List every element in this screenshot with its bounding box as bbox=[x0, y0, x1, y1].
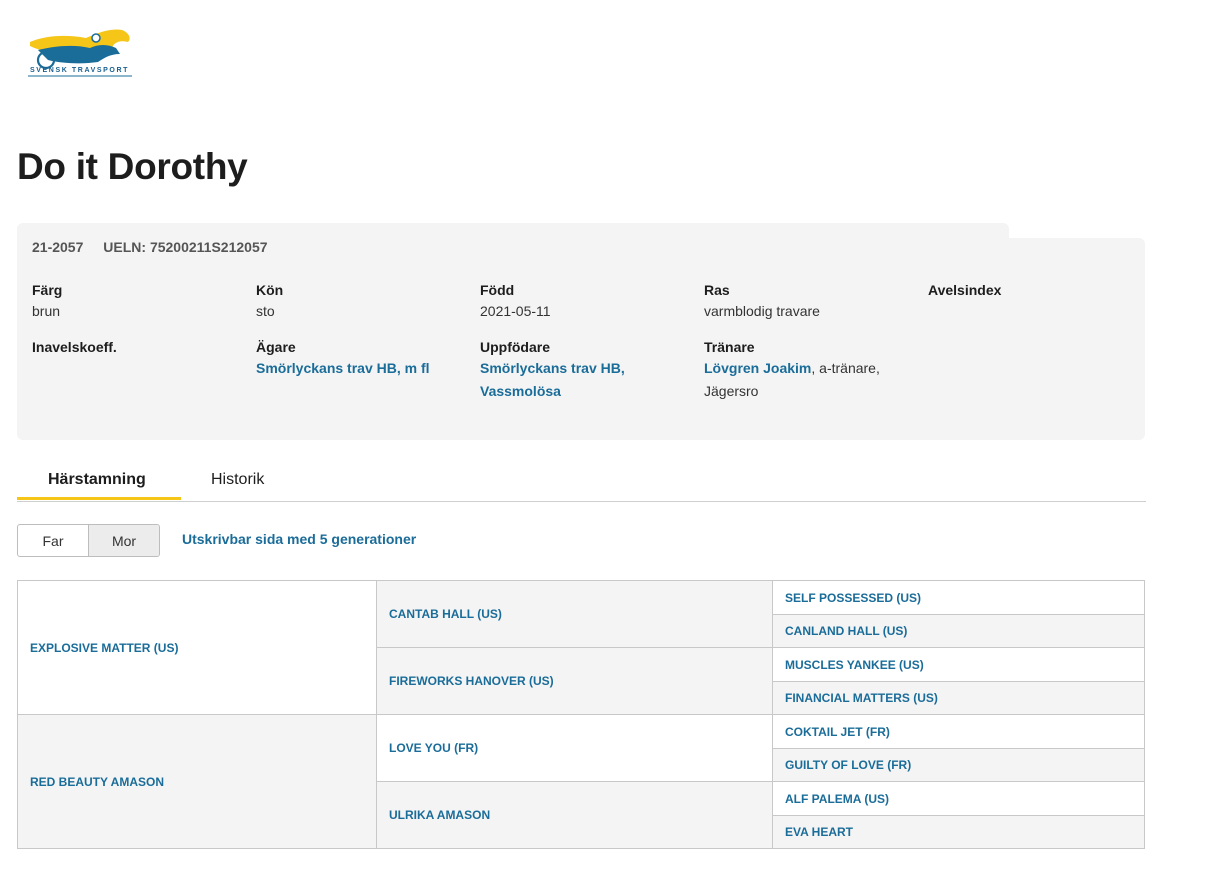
tab-historik[interactable]: Historik bbox=[211, 471, 264, 489]
pedigree-gen3-8[interactable]: EVA HEART bbox=[773, 816, 1144, 848]
pedigree-sire-dam[interactable]: FIREWORKS HANOVER (US) bbox=[377, 648, 773, 715]
pedigree-gen3-2[interactable]: CANLAND HALL (US) bbox=[773, 615, 1144, 648]
field-label: Avelsindex bbox=[928, 282, 1002, 298]
trainer-place: Jägersro bbox=[704, 383, 759, 399]
field-label: Ägare bbox=[256, 339, 296, 355]
logo-caption: SVENSK TRAVSPORT bbox=[30, 67, 129, 74]
page-title: Do it Dorothy bbox=[17, 146, 248, 187]
trainer-link[interactable]: Lövgren Joakim bbox=[704, 360, 811, 376]
pedigree-dam-dam[interactable]: ULRIKA AMASON bbox=[377, 782, 773, 848]
pedigree-table: EXPLOSIVE MATTER (US) RED BEAUTY AMASON … bbox=[17, 580, 1145, 849]
pedigree-gen3-7[interactable]: ALF PALEMA (US) bbox=[773, 782, 1144, 816]
field-inavelskoeff: Inavelskoeff. bbox=[32, 337, 117, 357]
pedigree-gen3-4[interactable]: FINANCIAL MATTERS (US) bbox=[773, 682, 1144, 715]
pedigree-gen3-3[interactable]: MUSCLES YANKEE (US) bbox=[773, 648, 1144, 682]
field-value: sto bbox=[256, 303, 275, 319]
field-avelsindex: Avelsindex bbox=[928, 280, 1001, 300]
field-label: Tränare bbox=[704, 339, 755, 355]
pedigree-sire[interactable]: EXPLOSIVE MATTER (US) bbox=[18, 581, 377, 715]
reg-number: 21-2057 bbox=[32, 239, 84, 255]
pedigree-dam[interactable]: RED BEAUTY AMASON bbox=[18, 715, 377, 848]
field-label: Inavelskoeff. bbox=[32, 339, 117, 355]
pedigree-dam-sire[interactable]: LOVE YOU (FR) bbox=[377, 715, 773, 782]
field-kon: Kön sto bbox=[256, 280, 283, 323]
tab-bar: Härstamning Historik bbox=[17, 466, 1146, 502]
horse-ids: 21-2057 UELN: 75200211S212057 bbox=[32, 239, 268, 255]
field-fodd: Född 2021-05-11 bbox=[480, 280, 551, 323]
ueln-number: UELN: 75200211S212057 bbox=[103, 239, 268, 255]
breeder-location-link[interactable]: Vassmolösa bbox=[480, 383, 561, 399]
pedigree-gen3-5[interactable]: COKTAIL JET (FR) bbox=[773, 715, 1144, 749]
active-tab-indicator bbox=[17, 497, 181, 500]
field-uppfodare: Uppfödare Smörlyckans trav HB, Vassmolös… bbox=[480, 337, 625, 403]
toggle-mor-button[interactable]: Mor bbox=[88, 525, 159, 556]
field-label: Färg bbox=[32, 282, 63, 298]
toggle-far-button[interactable]: Far bbox=[18, 525, 88, 556]
field-value: brun bbox=[32, 303, 61, 319]
pedigree-sire-sire[interactable]: CANTAB HALL (US) bbox=[377, 581, 773, 648]
field-farg: Färg brun bbox=[32, 280, 62, 323]
field-ras: Ras varmblodig travare bbox=[704, 280, 820, 323]
field-label: Ras bbox=[704, 282, 730, 298]
far-mor-toggle: Far Mor bbox=[17, 524, 160, 557]
pedigree-gen3-1[interactable]: SELF POSSESSED (US) bbox=[773, 581, 1144, 615]
field-label: Född bbox=[480, 282, 515, 298]
trainer-type: , a-tränare, bbox=[811, 360, 880, 376]
field-agare: Ägare Smörlyckans trav HB, m fl bbox=[256, 337, 430, 380]
field-tranare: Tränare Lövgren Joakim, a-tränare, Jäger… bbox=[704, 337, 880, 403]
breeder-link[interactable]: Smörlyckans trav HB, bbox=[480, 360, 625, 376]
field-value: varmblodig travare bbox=[704, 303, 820, 319]
field-label: Uppfödare bbox=[480, 339, 550, 355]
field-value: 2021-05-11 bbox=[480, 303, 551, 319]
pedigree-gen3-6[interactable]: GUILTY OF LOVE (FR) bbox=[773, 749, 1144, 782]
printable-page-link[interactable]: Utskrivbar sida med 5 generationer bbox=[182, 531, 416, 547]
field-label: Kön bbox=[256, 282, 284, 298]
owner-link[interactable]: Smörlyckans trav HB, m fl bbox=[256, 360, 430, 376]
tab-harstamning[interactable]: Härstamning bbox=[48, 471, 146, 489]
